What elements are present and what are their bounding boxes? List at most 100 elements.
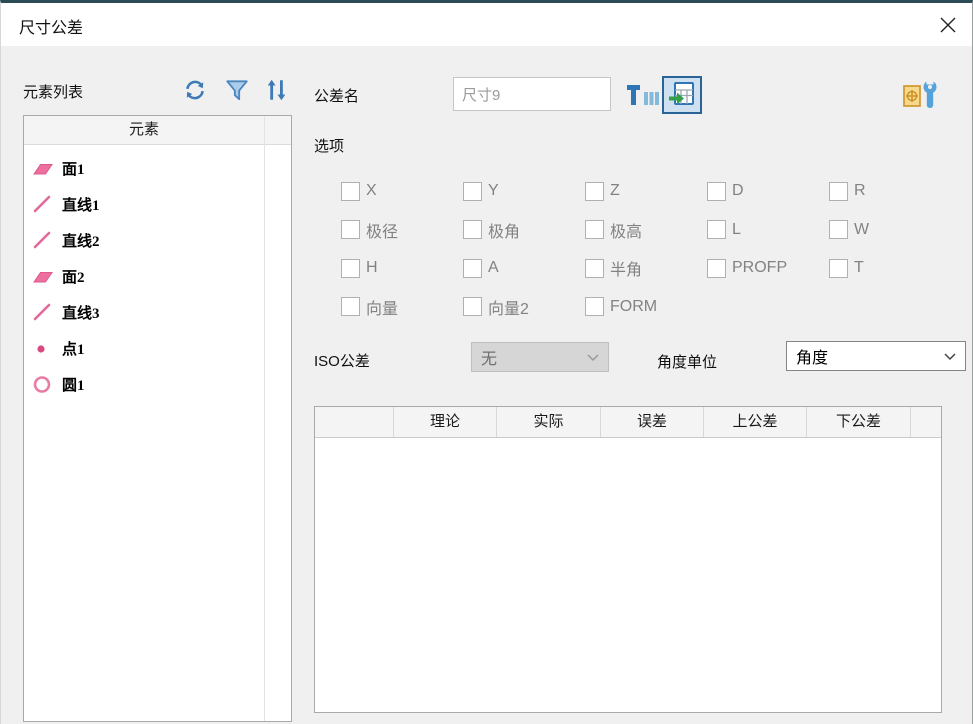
checkbox-polar-angle[interactable]: 极角 bbox=[463, 218, 585, 242]
checkbox-vector[interactable]: 向量 bbox=[341, 295, 463, 319]
point-icon bbox=[32, 338, 54, 358]
tolerance-name-label: 公差名 bbox=[314, 85, 359, 106]
chevron-down-icon bbox=[587, 354, 599, 362]
checkbox-box bbox=[707, 259, 726, 278]
angle-unit-value: 角度 bbox=[796, 344, 828, 368]
insert-to-table-button[interactable] bbox=[662, 76, 702, 114]
checkbox-half-angle[interactable]: 半角 bbox=[585, 256, 707, 280]
column-header-spacer bbox=[911, 407, 941, 437]
checkbox-label: T bbox=[854, 259, 864, 277]
list-item-label: 面1 bbox=[62, 158, 85, 179]
checkbox-r[interactable]: R bbox=[829, 182, 951, 201]
checkbox-label: X bbox=[366, 182, 377, 200]
result-table-header: 理论 实际 误差 上公差 下公差 bbox=[315, 407, 941, 438]
plane-icon bbox=[32, 266, 54, 286]
checkbox-label: W bbox=[854, 221, 869, 239]
options-label: 选项 bbox=[314, 135, 344, 156]
table-import-icon bbox=[668, 81, 696, 109]
checkbox-box bbox=[707, 182, 726, 201]
plane-icon bbox=[32, 158, 54, 178]
angle-unit-label: 角度单位 bbox=[657, 351, 717, 372]
checkbox-box bbox=[463, 259, 482, 278]
checkbox-box bbox=[829, 182, 848, 201]
checkbox-label: 极角 bbox=[488, 218, 520, 242]
checkbox-label: R bbox=[854, 182, 866, 200]
checkbox-box bbox=[585, 259, 604, 278]
checkbox-box bbox=[341, 259, 360, 278]
checkbox-box bbox=[463, 297, 482, 316]
column-header-theoretical: 理论 bbox=[394, 407, 497, 437]
titlebar: 尺寸公差 bbox=[1, 3, 972, 46]
list-item-plane1[interactable]: 面1 bbox=[24, 150, 291, 186]
checkbox-box bbox=[463, 220, 482, 239]
list-item-label: 直线3 bbox=[62, 302, 100, 323]
tolerance-text-icon[interactable] bbox=[626, 82, 660, 108]
checkbox-box bbox=[585, 297, 604, 316]
list-item-line2[interactable]: 直线2 bbox=[24, 222, 291, 258]
checkbox-label: PROFP bbox=[732, 259, 787, 277]
list-item-line3[interactable]: 直线3 bbox=[24, 294, 291, 330]
checkbox-w[interactable]: W bbox=[829, 220, 951, 239]
checkbox-box bbox=[585, 220, 604, 239]
checkbox-label: 极径 bbox=[366, 218, 398, 242]
checkbox-y[interactable]: Y bbox=[463, 182, 585, 201]
checkbox-d[interactable]: D bbox=[707, 182, 829, 201]
sort-icon[interactable] bbox=[263, 77, 289, 103]
checkbox-z[interactable]: Z bbox=[585, 182, 707, 201]
iso-tolerance-select: 无 bbox=[471, 342, 609, 372]
angle-unit-select[interactable]: 角度 bbox=[786, 341, 966, 371]
line-icon bbox=[32, 194, 54, 214]
checkbox-label: 向量2 bbox=[488, 295, 529, 319]
refresh-icon[interactable] bbox=[182, 77, 208, 103]
list-item-plane2[interactable]: 面2 bbox=[24, 258, 291, 294]
checkbox-label: L bbox=[732, 221, 741, 239]
list-item-label: 直线2 bbox=[62, 230, 100, 251]
column-header-lower-tolerance: 下公差 bbox=[807, 407, 911, 437]
checkbox-box bbox=[829, 220, 848, 239]
list-item-label: 直线1 bbox=[62, 194, 100, 215]
element-list: 元素 面1 直线1 直线2 bbox=[23, 115, 292, 722]
column-header-rowlabel bbox=[315, 407, 394, 437]
checkbox-box bbox=[829, 259, 848, 278]
column-header-actual: 实际 bbox=[497, 407, 601, 437]
tolerance-name-input[interactable] bbox=[453, 77, 611, 111]
line-icon bbox=[32, 230, 54, 250]
tolerance-result-table: 理论 实际 误差 上公差 下公差 bbox=[314, 406, 942, 713]
iso-tolerance-value: 无 bbox=[481, 345, 497, 369]
checkbox-vector2[interactable]: 向量2 bbox=[463, 295, 585, 319]
checkbox-t[interactable]: T bbox=[829, 259, 951, 278]
checkbox-h[interactable]: H bbox=[341, 259, 463, 278]
checkbox-x[interactable]: X bbox=[341, 182, 463, 201]
column-header-error: 误差 bbox=[601, 407, 704, 437]
column-header-upper-tolerance: 上公差 bbox=[704, 407, 807, 437]
list-item-circle1[interactable]: 圆1 bbox=[24, 366, 291, 402]
checkbox-a[interactable]: A bbox=[463, 259, 585, 278]
checkbox-label: A bbox=[488, 259, 499, 277]
close-icon[interactable] bbox=[938, 15, 958, 35]
report-settings-icon[interactable] bbox=[902, 78, 942, 109]
dimension-tolerance-dialog: 尺寸公差 元素列表 元素 bbox=[0, 0, 973, 724]
checkbox-form[interactable]: FORM bbox=[585, 297, 707, 316]
list-item-label: 面2 bbox=[62, 266, 85, 287]
list-item-label: 圆1 bbox=[62, 374, 85, 395]
circle-icon bbox=[32, 374, 54, 394]
checkbox-label: 向量 bbox=[366, 295, 398, 319]
checkbox-box bbox=[341, 220, 360, 239]
checkbox-box bbox=[585, 182, 604, 201]
options-checkbox-grid: X Y Z D R 极径 极角 极高 L W H A 半角 PROFP T 向量… bbox=[341, 172, 951, 326]
checkbox-polar-radius[interactable]: 极径 bbox=[341, 218, 463, 242]
checkbox-polar-height[interactable]: 极高 bbox=[585, 218, 707, 242]
checkbox-l[interactable]: L bbox=[707, 220, 829, 239]
checkbox-profp[interactable]: PROFP bbox=[707, 259, 829, 278]
list-item-point1[interactable]: 点1 bbox=[24, 330, 291, 366]
list-item-line1[interactable]: 直线1 bbox=[24, 186, 291, 222]
element-list-title: 元素列表 bbox=[23, 81, 83, 102]
filter-icon[interactable] bbox=[224, 77, 250, 103]
checkbox-box bbox=[341, 182, 360, 201]
chevron-down-icon bbox=[944, 353, 956, 361]
iso-tolerance-label: ISO公差 bbox=[314, 350, 370, 371]
checkbox-box bbox=[463, 182, 482, 201]
checkbox-label: Z bbox=[610, 182, 620, 200]
checkbox-label: D bbox=[732, 182, 744, 200]
line-icon bbox=[32, 302, 54, 322]
